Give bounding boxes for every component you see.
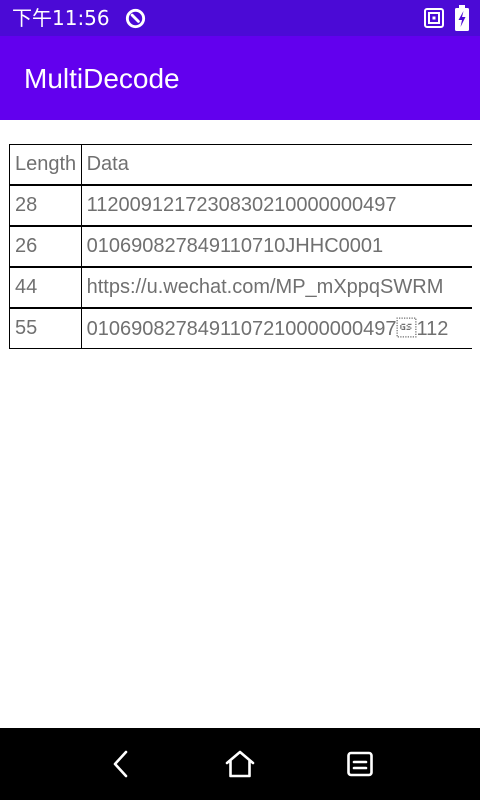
- decode-results-table-container[interactable]: Length Data 28 1120091217230830210000000…: [9, 144, 472, 350]
- app-bar: MultiDecode: [0, 36, 480, 120]
- nfc-icon: [424, 8, 444, 28]
- header-length: Length: [9, 144, 82, 186]
- data-saver-icon: [125, 8, 146, 29]
- table-row: 28 1120091217230830210000000497: [9, 184, 472, 227]
- header-data: Data: [80, 144, 472, 186]
- status-time: 下午11:56: [12, 6, 110, 30]
- recents-icon: [347, 751, 373, 777]
- cell-length: 28: [9, 184, 82, 227]
- cell-length: 44: [9, 266, 82, 309]
- back-icon: [113, 750, 128, 778]
- cell-length: 55: [9, 307, 82, 349]
- back-button[interactable]: [99, 742, 143, 786]
- table-row: 55 010690827849110721000000049​7 112: [9, 307, 472, 349]
- cell-data: 010690827849110710JHHC0001: [80, 225, 472, 268]
- table-header-row: Length Data: [9, 144, 472, 186]
- cell-data: https://u.wechat.com/MP_mXppqSWRM: [80, 266, 472, 309]
- cell-length: 26: [9, 225, 82, 268]
- table-row: 44 https://u.wechat.com/MP_mXppqSWRM: [9, 266, 472, 309]
- table-row: 26 010690827849110710JHHC0001: [9, 225, 472, 268]
- app-title: MultiDecode: [24, 63, 180, 94]
- cell-data: 1120091217230830210000000497: [80, 184, 472, 227]
- status-bar: 下午11:56: [0, 0, 480, 36]
- cell-data: 010690827849110721000000049​7 112: [80, 307, 472, 349]
- home-icon: [225, 750, 255, 778]
- home-button[interactable]: [218, 742, 262, 786]
- decode-results-table: Length Data 28 1120091217230830210000000…: [9, 144, 472, 349]
- recents-button[interactable]: [338, 742, 382, 786]
- battery-charging-icon: [455, 5, 469, 31]
- navigation-bar: [0, 728, 480, 800]
